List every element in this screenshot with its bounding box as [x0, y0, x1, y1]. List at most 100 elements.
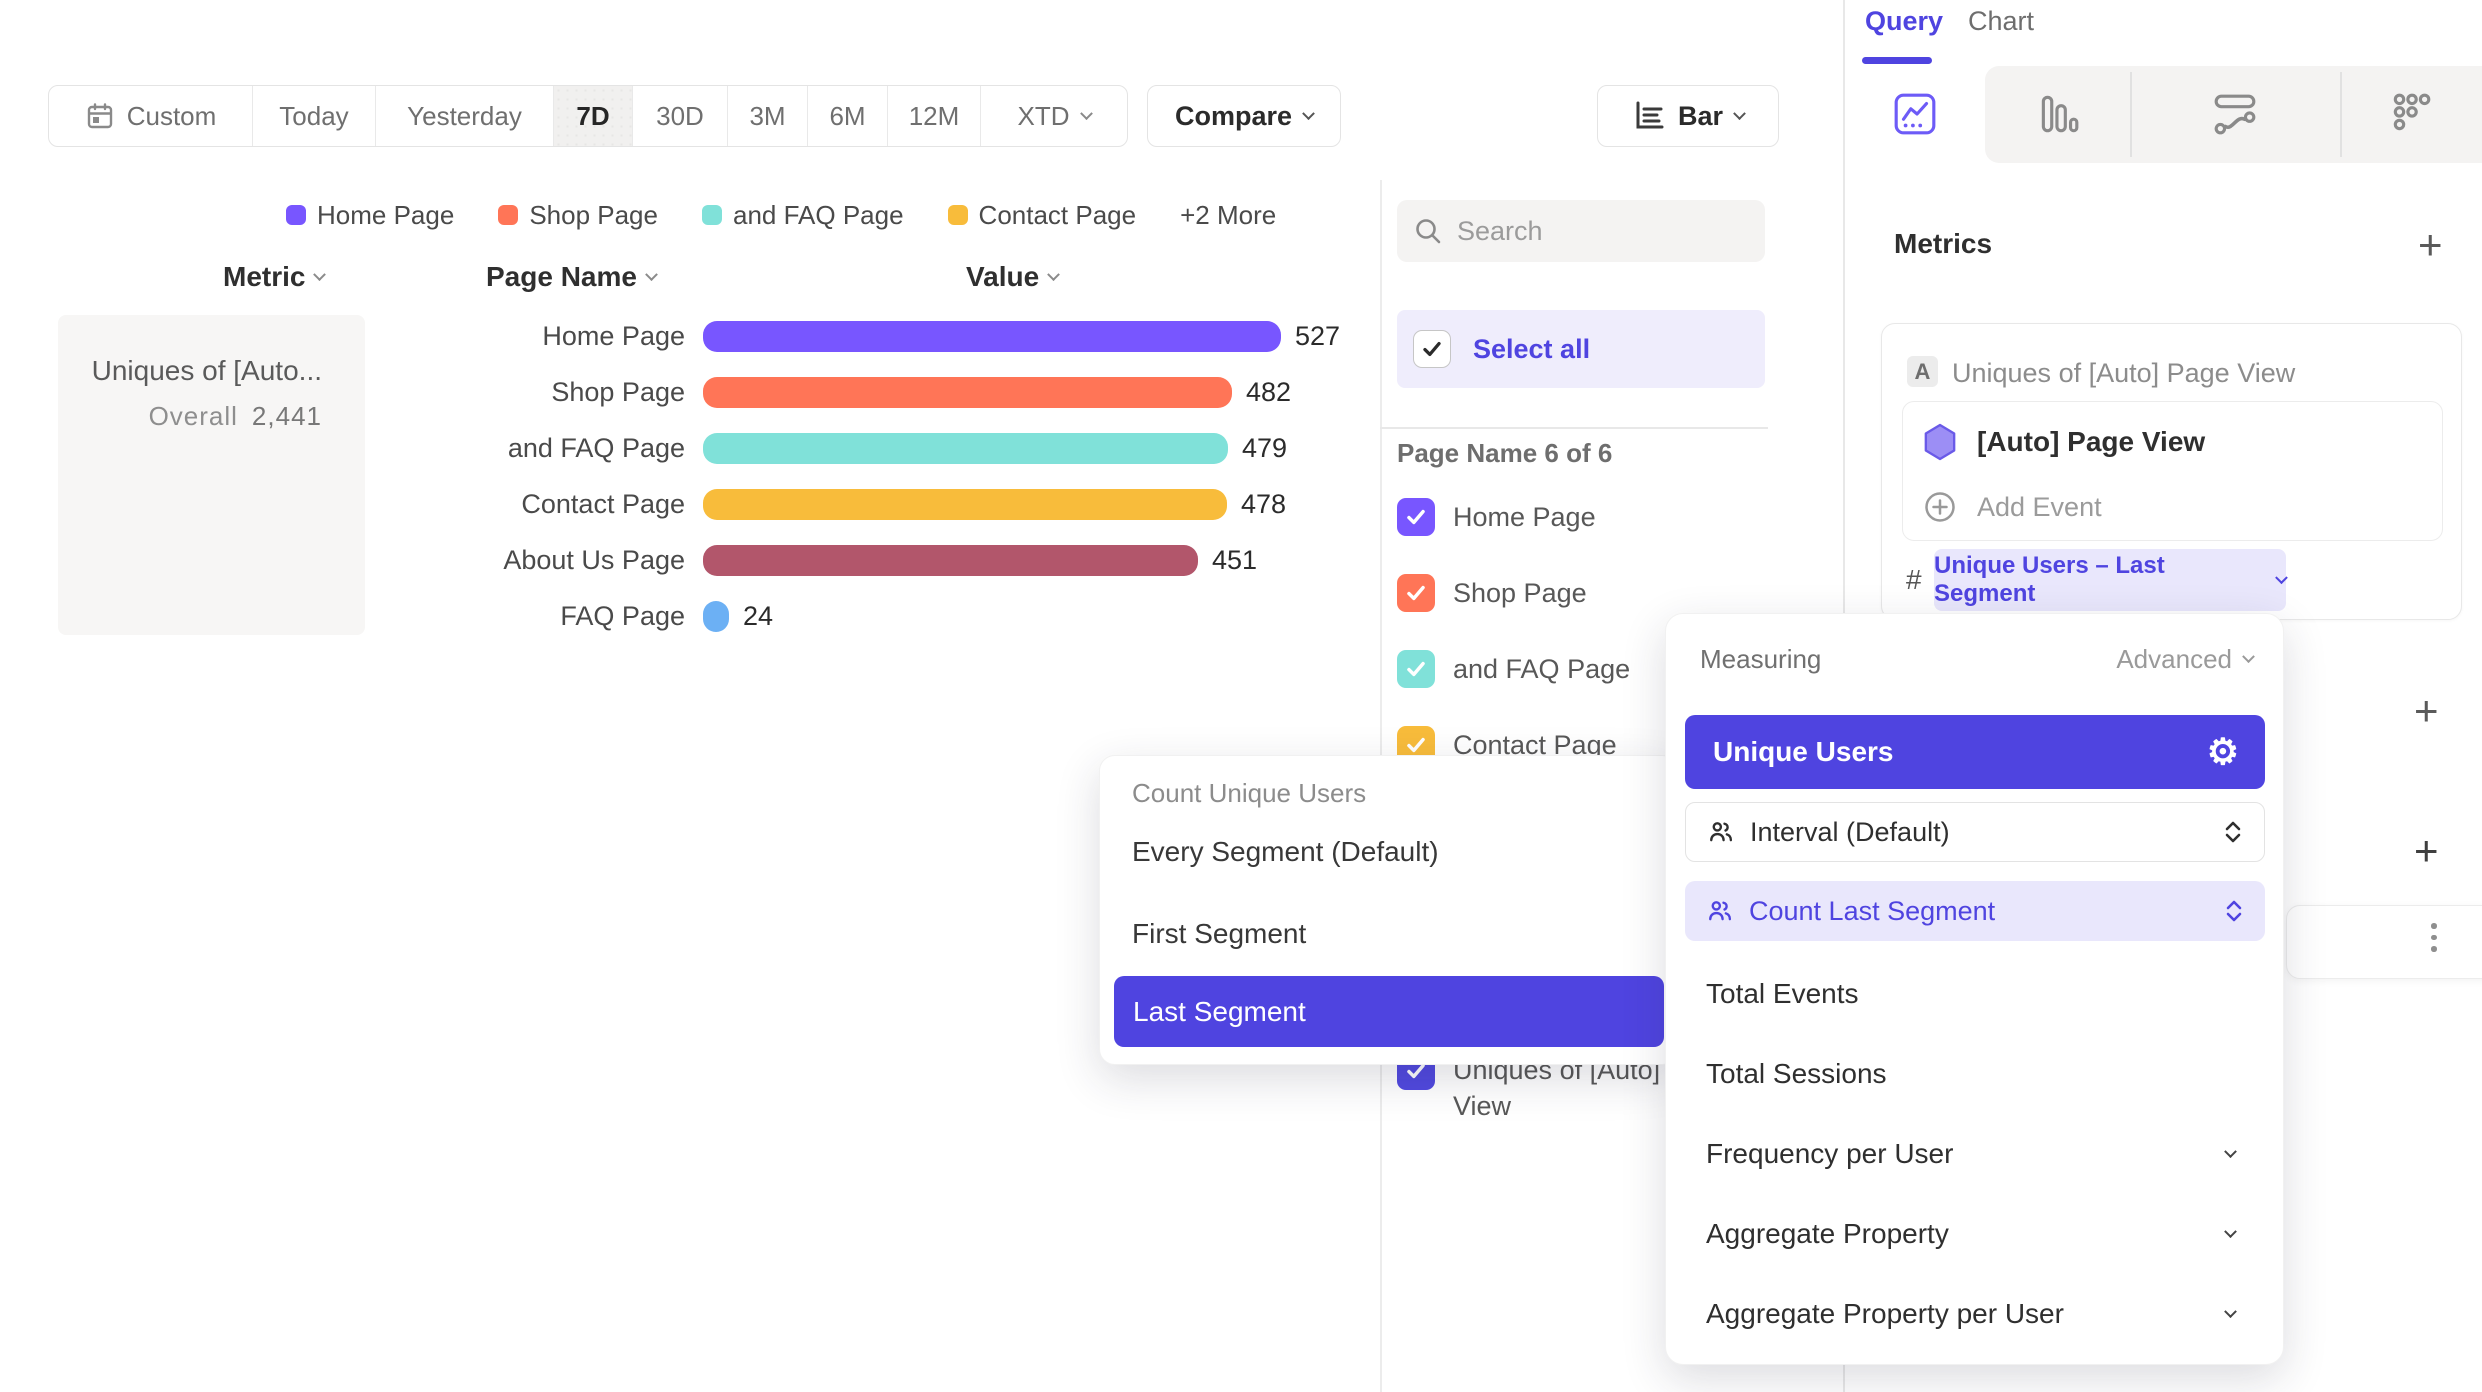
filter-divider — [1380, 427, 1768, 429]
legend-label: Shop Page — [529, 200, 658, 231]
measuring-option-label: Interval (Default) — [1750, 817, 2222, 848]
measuring-option-label: Total Sessions — [1706, 1058, 2235, 1090]
bar[interactable] — [703, 433, 1228, 464]
measuring-option-total-events[interactable]: Total Events — [1706, 974, 2265, 1014]
measuring-option-total-sessions[interactable]: Total Sessions — [1706, 1054, 2265, 1094]
segment-option-label: Last Segment — [1133, 996, 1306, 1028]
up-down-expander-icon[interactable] — [2222, 819, 2244, 845]
column-header-metric[interactable]: Metric — [223, 261, 324, 293]
date-range-30d[interactable]: 30D — [633, 86, 728, 146]
chevron-down-icon — [2224, 1225, 2237, 1238]
measuring-option-aggregate-property[interactable]: Aggregate Property — [1706, 1214, 2265, 1254]
legend-more[interactable]: +2 More — [1180, 200, 1276, 231]
bar[interactable] — [703, 545, 1198, 576]
legend-swatch — [498, 205, 518, 225]
segment-option[interactable]: Every Segment (Default) — [1132, 834, 1439, 870]
metric-card: A Uniques of [Auto] Page View [Auto] Pag… — [1881, 323, 2462, 620]
bar[interactable] — [703, 377, 1232, 408]
filter-item-label: Shop Page — [1453, 574, 1587, 612]
date-range-custom[interactable]: Custom — [49, 86, 253, 146]
kebab-menu-icon[interactable] — [2431, 923, 2437, 952]
date-range-control[interactable]: CustomToday Yesterday 7D 30D 3M 6M12M XTD — [48, 85, 1128, 147]
select-all-checkbox[interactable] — [1413, 330, 1451, 368]
metrics-header: Metrics — [1894, 228, 1992, 260]
add-event-icon — [1923, 490, 1957, 524]
measuring-option-unique-users[interactable]: Unique Users ⚙ — [1685, 715, 2265, 789]
date-range-label: 7D — [576, 101, 609, 132]
segment-option[interactable]: First Segment — [1132, 916, 1306, 952]
checkbox-checked[interactable] — [1397, 574, 1435, 612]
chart-type-tab-bar-chart[interactable] — [2035, 91, 2081, 137]
calendar-icon — [85, 101, 115, 131]
legend-item[interactable]: and FAQ Page — [702, 200, 904, 231]
legend-swatch — [702, 205, 722, 225]
search-input[interactable] — [1457, 216, 1717, 247]
table-row: Shop Page482 — [0, 364, 1380, 420]
bar-chart-icon — [1632, 100, 1666, 132]
segment-dropdown-title: Count Unique Users — [1132, 778, 1366, 809]
date-range-6m[interactable]: 6M — [808, 86, 888, 146]
measuring-option-interval-default-[interactable]: Interval (Default) — [1685, 802, 2265, 862]
chevron-down-icon — [645, 268, 658, 281]
tab-query[interactable]: Query — [1865, 6, 1943, 37]
select-all-label: Select all — [1473, 334, 1590, 365]
bar[interactable] — [703, 321, 1281, 352]
measuring-option-count-last-segment[interactable]: Count Last Segment — [1685, 881, 2265, 941]
segment-option-selected[interactable]: Last Segment — [1114, 976, 1664, 1047]
segment-dropdown: Count Unique Users Every Segment (Defaul… — [1099, 755, 1678, 1065]
filter-item[interactable]: Shop Page — [1397, 574, 1587, 612]
date-range-label: XTD — [1018, 101, 1070, 132]
event-row[interactable]: [Auto] Page View — [1923, 417, 2205, 467]
add-metric-button[interactable]: + — [2418, 224, 2443, 266]
date-range-12m[interactable]: 12M — [888, 86, 981, 146]
query-section-card — [2286, 905, 2482, 979]
search-input-wrap[interactable] — [1397, 200, 1765, 262]
column-header-value[interactable]: Value — [966, 261, 1058, 293]
advanced-toggle[interactable]: Advanced — [2116, 644, 2253, 675]
checkbox-checked[interactable] — [1397, 650, 1435, 688]
legend-label: and FAQ Page — [733, 200, 904, 231]
chart-type-tab-insights-chart[interactable] — [1892, 91, 1938, 137]
bar[interactable] — [703, 489, 1227, 520]
add-filter-button[interactable]: + — [2414, 690, 2439, 732]
chevron-down-icon — [314, 268, 327, 281]
table-row: and FAQ Page479 — [0, 420, 1380, 476]
add-event-row[interactable]: Add Event — [1923, 482, 2102, 532]
measuring-option-aggregate-property-per-user[interactable]: Aggregate Property per User — [1706, 1294, 2265, 1334]
select-all-row[interactable]: Select all — [1397, 310, 1765, 388]
date-range-xtd[interactable]: XTD — [981, 86, 1127, 146]
legend-item[interactable]: Shop Page — [498, 200, 658, 231]
legend-item[interactable]: Home Page — [286, 200, 454, 231]
checkbox-checked[interactable] — [1397, 498, 1435, 536]
date-range-3m[interactable]: 3M — [728, 86, 808, 146]
date-range-label: Yesterday — [407, 101, 522, 132]
date-range-yesterday[interactable]: Yesterday — [376, 86, 554, 146]
date-range-7d[interactable]: 7D — [554, 86, 633, 146]
compare-label: Compare — [1175, 101, 1292, 132]
bar-value: 24 — [743, 601, 773, 632]
add-breakdown-button[interactable]: + — [2414, 830, 2439, 872]
measuring-option-label: Aggregate Property — [1706, 1218, 2226, 1250]
up-down-expander-icon[interactable] — [2223, 898, 2245, 924]
gear-icon[interactable]: ⚙ — [2207, 734, 2239, 770]
bar[interactable] — [703, 601, 729, 632]
measuring-option-frequency-per-user[interactable]: Frequency per User — [1706, 1134, 2265, 1174]
chart-type-tab-flow-chart[interactable] — [2212, 91, 2258, 137]
filter-item[interactable]: and FAQ Page — [1397, 650, 1630, 688]
compare-button[interactable]: Compare — [1147, 85, 1341, 147]
strip-divider — [2340, 72, 2342, 157]
date-range-label: 3M — [749, 101, 785, 132]
filter-item-label: Home Page — [1453, 498, 1596, 536]
chart-legend: Home Page Shop Page and FAQ Page Contact Pa… — [286, 200, 1276, 230]
flow-chart-icon — [2212, 91, 2258, 137]
tab-chart[interactable]: Chart — [1968, 6, 2034, 37]
filter-item[interactable]: Home Page — [1397, 498, 1596, 536]
column-header-page-name[interactable]: Page Name — [486, 261, 656, 293]
measurement-pill[interactable]: Unique Users – Last Segment — [1934, 549, 2286, 611]
legend-item[interactable]: Contact Page — [948, 200, 1137, 231]
date-range-today[interactable]: Today — [253, 86, 376, 146]
chevron-down-icon — [1733, 107, 1746, 120]
chart-type-tab-retention-grid[interactable] — [2388, 91, 2434, 137]
chart-type-button[interactable]: Bar — [1597, 85, 1779, 147]
chart-type-label: Bar — [1678, 101, 1723, 132]
